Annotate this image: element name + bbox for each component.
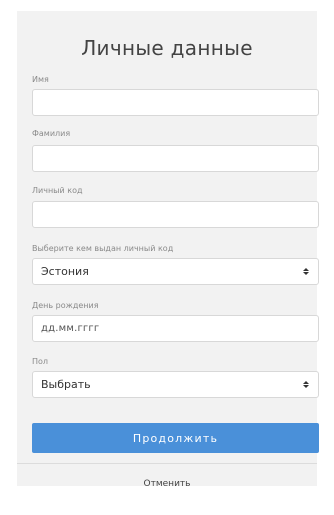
birth-date-input[interactable] [32,315,319,342]
last-name-input[interactable] [32,145,319,172]
gender-label: Пол [32,357,49,366]
issuer-label: Выберите кем выдан личный код [32,244,174,253]
personal-code-label: Личный код [32,186,83,195]
select-arrows-icon [302,268,310,275]
last-name-label: Фамилия [32,129,71,138]
select-arrows-icon [302,381,310,388]
first-name-label: Имя [32,75,49,84]
issuer-selected-value: Эстония [41,265,89,278]
birth-date-label: День рождения [32,301,99,310]
continue-button[interactable]: Продолжить [32,423,319,453]
gender-select[interactable]: Выбрать [32,371,319,398]
personal-code-input[interactable] [32,201,319,228]
first-name-input[interactable] [32,89,319,116]
personal-data-form: Личные данные Имя Фамилия Личный код Выб… [17,11,319,489]
divider [17,463,317,464]
gender-selected-value: Выбрать [41,378,91,391]
cancel-link[interactable]: Отменить [17,479,317,489]
issuer-select[interactable]: Эстония [32,258,319,285]
form-title: Личные данные [81,36,253,60]
